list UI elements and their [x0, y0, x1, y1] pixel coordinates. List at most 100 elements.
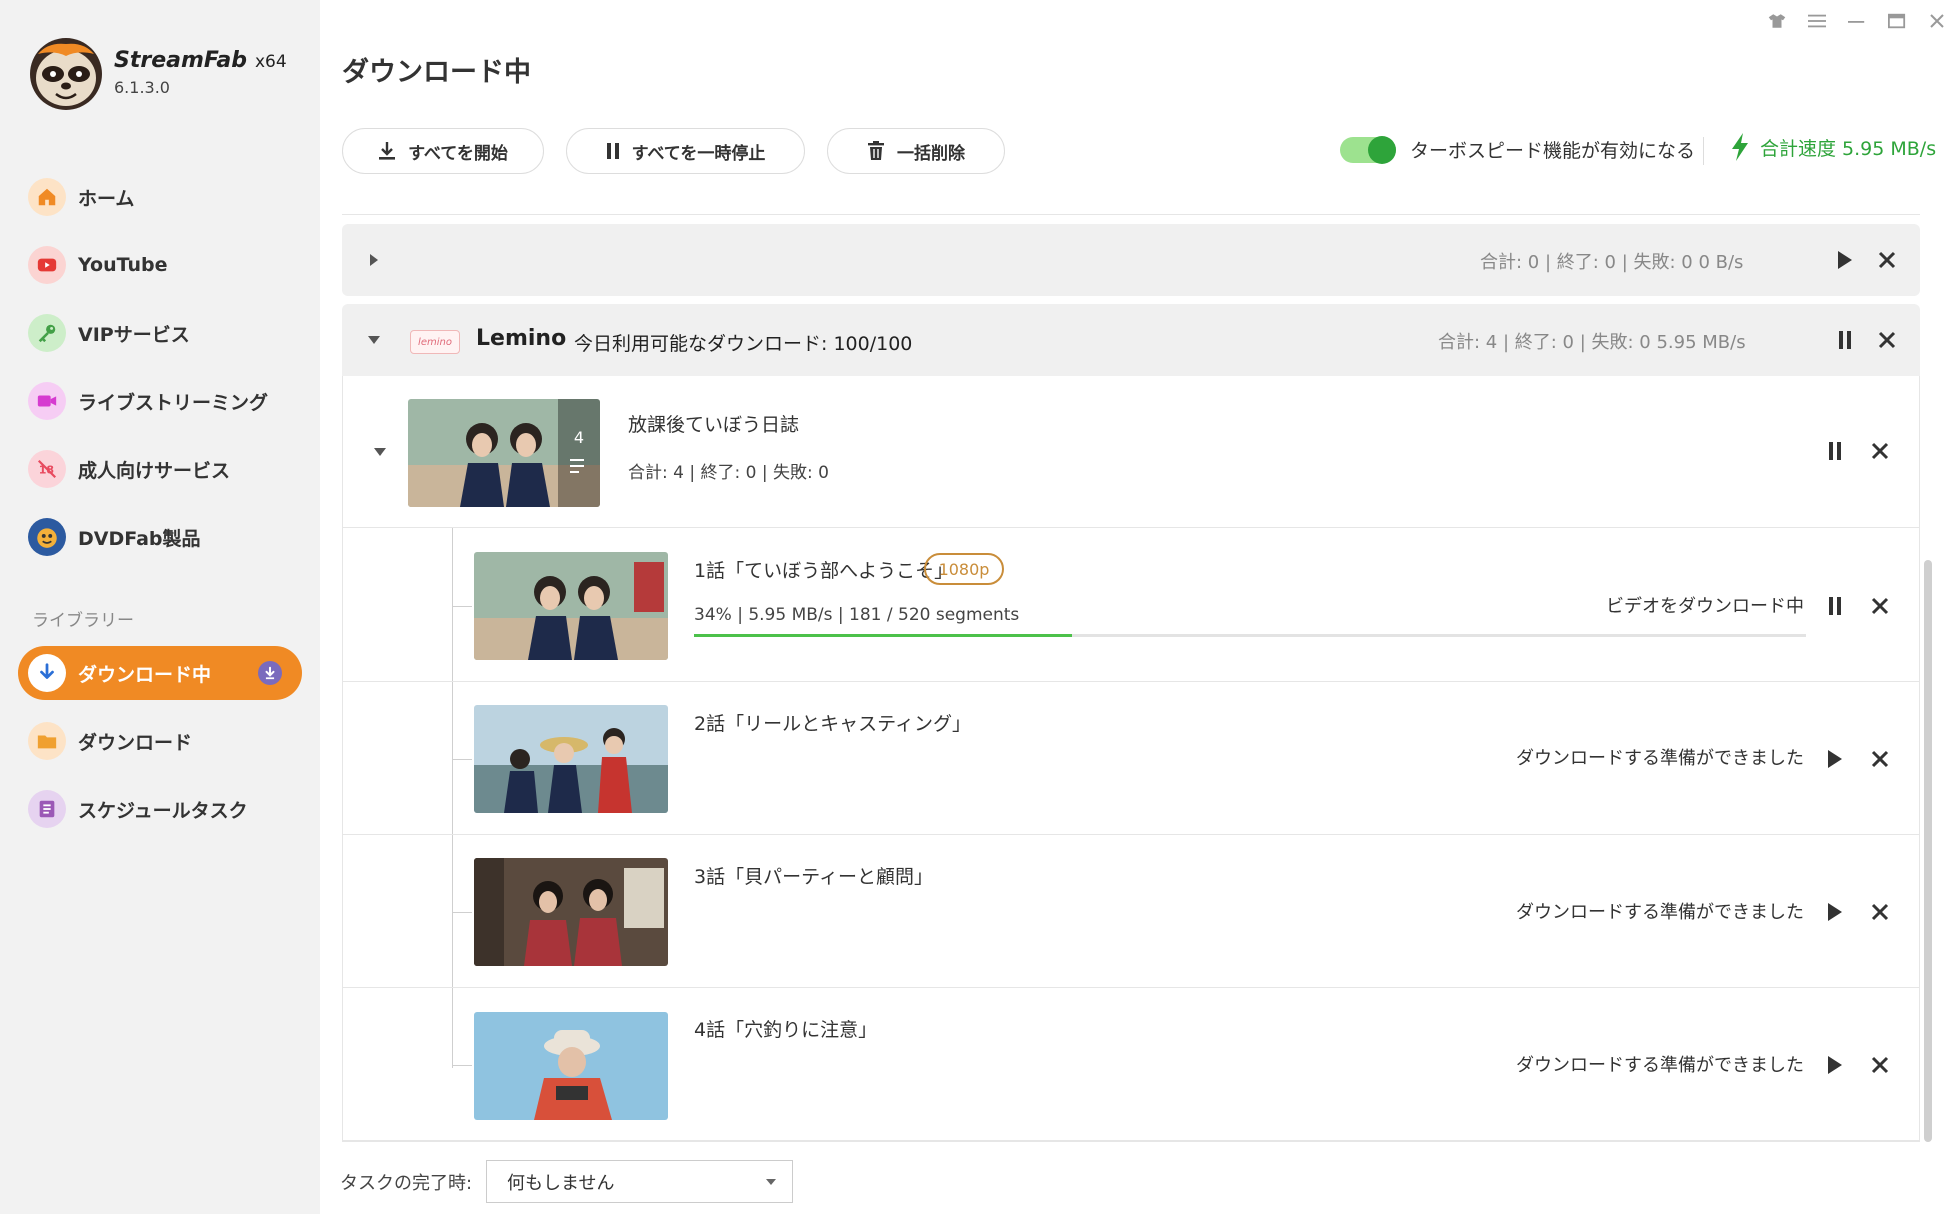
episode-title: 4話「穴釣りに注意」 [694, 1019, 878, 1041]
lightning-icon [1730, 132, 1750, 162]
pause-icon[interactable] [1830, 325, 1860, 355]
sidebar-item-adult[interactable]: 18 成人向けサービス [18, 442, 302, 496]
episode-title: 1話「ていぼう部へようこそ」 [694, 560, 954, 582]
tree-branch [452, 759, 472, 760]
episode-title: 3話「貝パーティーと顧問」 [694, 866, 933, 888]
home-icon [28, 178, 66, 216]
series-count-badge: 4 [574, 428, 584, 447]
download-group-empty: 合計: 0 | 終了: 0 | 失敗: 0 0 B/s [342, 224, 1920, 296]
close-icon[interactable] [1865, 744, 1895, 774]
dvdfab-icon [28, 518, 66, 556]
sidebar-item-youtube[interactable]: YouTube [18, 238, 302, 292]
start-all-label: すべてを開始 [408, 143, 508, 164]
episode-stats: 34% | 5.95 MB/s | 181 / 520 segments [694, 605, 1020, 625]
folder-icon [28, 722, 66, 760]
progress-fill [694, 634, 1073, 637]
task-complete-select-value: 何もしません [507, 1172, 615, 1194]
group-stats: 合計: 0 | 終了: 0 | 失敗: 0 0 B/s [1480, 252, 1744, 273]
page-title: ダウンロード中 [342, 57, 531, 88]
downloading-badge-icon [258, 661, 282, 685]
pause-all-button[interactable]: すべてを一時停止 [566, 128, 805, 174]
schedule-icon [28, 790, 66, 828]
sidebar-item-label: スケジュールタスク [78, 799, 248, 822]
task-complete-label: タスクの完了時: [340, 1173, 473, 1194]
sidebar-item-label: ホーム [78, 187, 135, 210]
toggle-knob [1368, 136, 1396, 164]
episode-status: ダウンロードする準備ができました [1516, 748, 1804, 769]
key-icon [28, 314, 66, 352]
close-icon[interactable] [1865, 591, 1895, 621]
play-icon[interactable] [1830, 245, 1860, 275]
sidebar-item-label: DVDFab製品 [78, 527, 201, 550]
delete-all-label: 一括削除 [897, 143, 965, 164]
series-thumbnail: 4 [408, 399, 600, 507]
dropdown-arrow-icon [766, 1179, 776, 1185]
total-speed: 合計速度 5.95 MB/s [1730, 132, 1936, 162]
list-divider [342, 214, 1920, 215]
tree-branch [452, 606, 472, 607]
series-title: 放課後ていぼう日誌 [628, 414, 800, 436]
episode-thumbnail [474, 552, 668, 660]
task-complete-select[interactable]: 何もしません [486, 1160, 793, 1203]
group-stats: 合計: 4 | 終了: 0 | 失敗: 0 5.95 MB/s [1438, 332, 1746, 353]
close-icon[interactable] [1926, 10, 1948, 32]
sidebar-item-label: ダウンロード [78, 731, 193, 754]
delete-all-button[interactable]: 一括削除 [827, 128, 1005, 174]
episode-thumbnail [474, 705, 668, 813]
caret-right-icon[interactable] [360, 246, 388, 274]
close-icon[interactable] [1872, 245, 1902, 275]
tree-branch [452, 1065, 472, 1066]
sidebar-item-label: YouTube [78, 254, 168, 276]
pause-icon[interactable] [1820, 591, 1850, 621]
trash-icon [867, 141, 885, 161]
streamfab-logo [28, 36, 104, 112]
sidebar-item-vip[interactable]: VIPサービス [18, 306, 302, 360]
caret-down-icon[interactable] [360, 326, 388, 354]
sidebar-item-dvdfab[interactable]: DVDFab製品 [18, 510, 302, 564]
close-icon[interactable] [1865, 436, 1895, 466]
close-icon[interactable] [1865, 897, 1895, 927]
close-icon[interactable] [1865, 1050, 1895, 1080]
episode-status: ビデオをダウンロード中 [1606, 596, 1804, 617]
turbo-speed-label: ターボスピード機能が有効になる [1410, 140, 1696, 162]
turbo-speed-toggle[interactable] [1340, 136, 1396, 164]
sidebar-item-schedule[interactable]: スケジュールタスク [18, 782, 302, 836]
arch-label: x64 [255, 52, 287, 72]
play-icon[interactable] [1820, 1050, 1850, 1080]
header-divider [1703, 137, 1704, 165]
sidebar-item-label: VIPサービス [78, 323, 190, 346]
app-version: 6.1.3.0 [114, 78, 170, 97]
resolution-badge: 1080p [924, 553, 1004, 585]
close-icon[interactable] [1872, 325, 1902, 355]
sidebar-item-downloaded[interactable]: ダウンロード [18, 714, 302, 768]
youtube-icon [28, 246, 66, 284]
brand-name: StreamFab x64 [114, 48, 287, 73]
play-icon[interactable] [1820, 897, 1850, 927]
total-speed-label: 合計速度 5.95 MB/s [1760, 137, 1937, 160]
service-name: Lemino [476, 326, 567, 351]
adult-icon: 18 [28, 450, 66, 488]
play-icon[interactable] [1820, 744, 1850, 774]
list-scrollbar[interactable] [1924, 560, 1932, 1142]
pause-icon[interactable] [1820, 436, 1850, 466]
episode-title: 2話「リールとキャスティング」 [694, 713, 971, 735]
sidebar-item-home[interactable]: ホーム [18, 170, 302, 224]
episode-status: ダウンロードする準備ができました [1516, 902, 1804, 923]
episode-thumbnail [474, 1012, 668, 1120]
lemino-logo: lemino [410, 330, 460, 354]
video-camera-icon [28, 382, 66, 420]
caret-down-icon[interactable] [366, 438, 394, 466]
start-all-button[interactable]: すべてを開始 [342, 128, 544, 174]
sidebar-item-label: ライブストリーミング [78, 391, 269, 414]
pause-icon [606, 142, 620, 160]
sidebar: StreamFab x64 6.1.3.0 ホーム YouTube VIPサービス… [0, 0, 320, 1214]
progress-bar [694, 634, 1806, 637]
menu-icon[interactable] [1806, 10, 1828, 32]
download-icon [378, 141, 396, 161]
sidebar-item-downloading[interactable]: ダウンロード中 [18, 646, 302, 700]
shirt-icon[interactable] [1766, 10, 1788, 32]
sidebar-item-livestream[interactable]: ライブストリーミング [18, 374, 302, 428]
maximize-icon[interactable] [1886, 10, 1908, 32]
minimize-icon[interactable] [1846, 10, 1868, 32]
sidebar-item-label: ダウンロード中 [78, 663, 212, 686]
